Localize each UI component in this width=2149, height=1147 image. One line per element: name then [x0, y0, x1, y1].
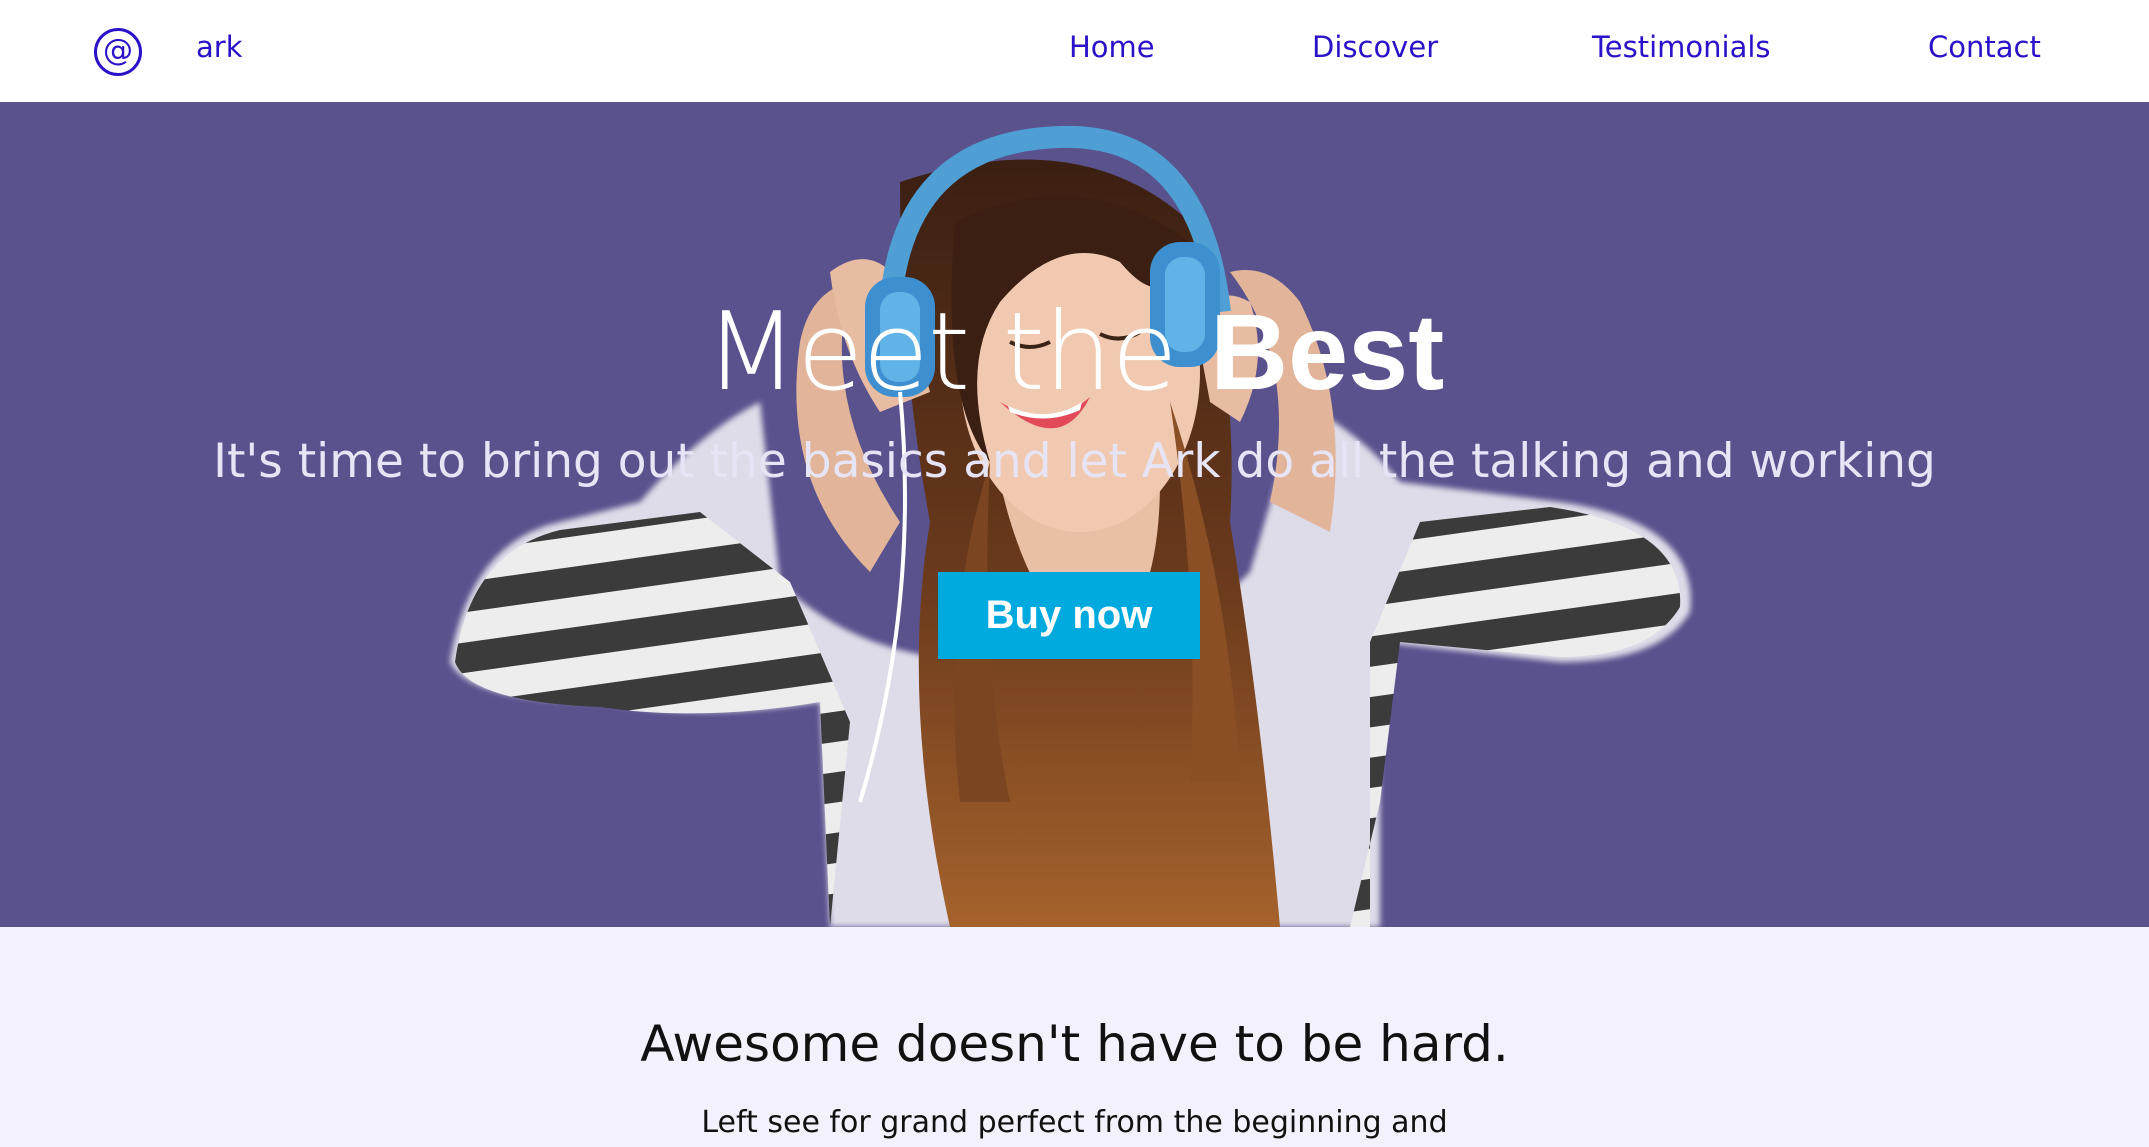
hero-section: Meet the Best It's time to bring out the…: [0, 102, 2149, 927]
nav-link-contact[interactable]: Contact: [1928, 30, 2041, 64]
hero-title-bold: Best: [1210, 291, 1445, 412]
feature-heading: Awesome doesn't have to be hard.: [640, 1015, 1509, 1073]
at-sign-icon[interactable]: @: [94, 28, 142, 76]
nav-link-testimonials[interactable]: Testimonials: [1592, 30, 1771, 64]
site-header: @ ark Home Discover Testimonials Contact: [0, 0, 2149, 102]
nav-link-home[interactable]: Home: [1069, 30, 1155, 64]
feature-text: Left see for grand perfect from the begi…: [701, 1105, 1448, 1140]
buy-now-button[interactable]: Buy now: [938, 572, 1200, 659]
brand-link[interactable]: ark: [196, 30, 243, 64]
hero-title-light: Meet the: [704, 290, 1211, 415]
hero-subtitle: It's time to bring out the basics and le…: [213, 434, 1936, 489]
hero-image: [450, 125, 1691, 927]
nav-link-discover[interactable]: Discover: [1312, 30, 1438, 64]
feature-section: Awesome doesn't have to be hard. Left se…: [0, 927, 2149, 1147]
hero-title: Meet the Best: [0, 287, 2149, 418]
